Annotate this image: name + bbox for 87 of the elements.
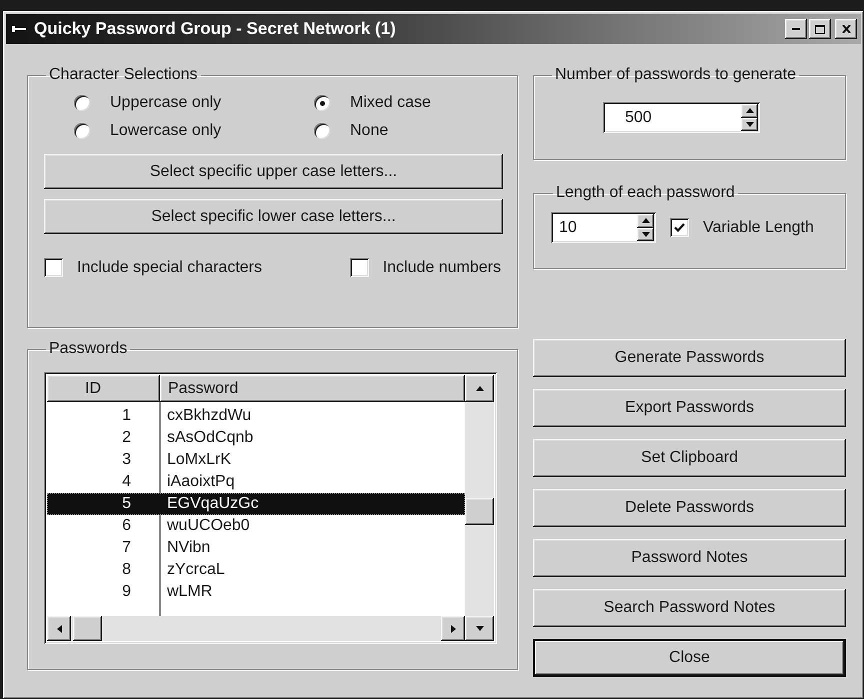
column-header[interactable]: ID — [47, 375, 160, 402]
id-cell-text: 2 — [121, 428, 132, 448]
list-row[interactable]: 9 wLMR — [47, 581, 465, 603]
id-cell-text: 6 — [121, 516, 132, 536]
id-cell-text: 7 — [121, 538, 132, 558]
password-cell-text: zYcrcaL — [166, 560, 226, 580]
id-cell-text: 5 — [121, 494, 132, 514]
list-row[interactable]: 2 sAsOdCqnb — [47, 427, 465, 449]
scroll-thumb[interactable] — [73, 616, 102, 641]
scroll-down-button[interactable] — [465, 616, 494, 641]
down-arrow-icon — [746, 120, 754, 128]
column-header[interactable]: Password — [160, 375, 465, 402]
scroll-left-button[interactable] — [47, 616, 71, 641]
close-button[interactable] — [835, 19, 857, 39]
right-arrow-icon — [450, 624, 456, 632]
list-row[interactable]: 4 iAaoixtPq — [47, 471, 465, 493]
id-cell-text: 8 — [121, 560, 132, 580]
window-title: Quicky Password Group - Secret Network (1) — [34, 19, 397, 39]
checkbox[interactable] — [350, 258, 369, 277]
minimize-button[interactable] — [785, 19, 807, 39]
option-label[interactable]: Uppercase only — [110, 94, 222, 112]
scroll-thumb[interactable] — [465, 498, 494, 525]
checkbox[interactable] — [44, 258, 63, 277]
checkbox[interactable] — [670, 218, 689, 237]
select-letters-button[interactable]: Select specific upper case letters... — [44, 154, 503, 189]
down-arrow-icon — [476, 625, 484, 632]
list-row[interactable]: 8 zYcrcaL — [47, 559, 465, 581]
close-icon — [842, 25, 850, 33]
maximize-button[interactable] — [809, 19, 831, 39]
id-cell-text: 1 — [121, 406, 132, 426]
list-row[interactable]: 6 wuUCOeb0 — [47, 515, 465, 537]
list-row[interactable]: 5 EGVqaUzGc — [47, 493, 465, 515]
check-icon — [674, 222, 685, 232]
up-arrow-icon — [476, 385, 484, 392]
action-button[interactable]: Set Clipboard — [533, 439, 846, 477]
checkbox-label[interactable]: Include special characters — [77, 258, 262, 276]
maximize-icon — [815, 24, 825, 34]
password-cell-text: LoMxLrK — [166, 450, 232, 470]
action-button[interactable]: Password Notes — [533, 539, 846, 577]
action-button[interactable]: Export Passwords — [533, 389, 846, 427]
group-label: Number of passwords to generate — [554, 66, 798, 84]
id-cell-text: 4 — [121, 472, 132, 492]
password-cell-text: cxBkhzdWu — [166, 406, 252, 426]
list-row[interactable]: 7 NVibn — [47, 537, 465, 559]
scroll-right-button[interactable] — [441, 616, 465, 641]
password-cell-text: NVibn — [166, 538, 212, 558]
password-cell-text: iAaoixtPq — [166, 472, 236, 492]
password-cell-text: wLMR — [166, 582, 214, 602]
scroll-up-button[interactable] — [465, 375, 494, 402]
id-cell-text: 3 — [121, 450, 132, 470]
up-arrow-icon — [642, 217, 650, 224]
option-label[interactable]: None — [350, 122, 388, 140]
vertical-scrollbar[interactable] — [465, 402, 494, 616]
group-label: Character Selections — [48, 66, 199, 84]
number-field[interactable]: 10 — [551, 212, 656, 243]
spin-down-button[interactable] — [637, 228, 654, 241]
left-arrow-icon — [56, 624, 62, 632]
spin-up-button[interactable] — [637, 214, 654, 228]
horizontal-scrollbar[interactable] — [47, 616, 465, 641]
spin-up-button[interactable] — [741, 104, 758, 118]
id-cell-text: 9 — [121, 582, 132, 602]
spin-down-button[interactable] — [741, 118, 758, 131]
radio-button[interactable] — [74, 123, 90, 139]
group-label: Length of each password — [555, 184, 736, 202]
up-arrow-icon — [746, 107, 754, 114]
password-cell-text: wuUCOeb0 — [166, 516, 251, 536]
list-row[interactable]: 3 LoMxLrK — [47, 449, 465, 471]
number-field[interactable]: 500 — [603, 102, 760, 133]
password-cell-text: sAsOdCqnb — [166, 428, 254, 448]
group-label: Passwords — [48, 340, 128, 358]
radio-button[interactable] — [74, 95, 90, 111]
action-button[interactable]: Close — [533, 639, 846, 677]
checkbox-label[interactable]: Variable Length — [703, 218, 814, 236]
option-label[interactable]: Lowercase only — [110, 122, 222, 140]
down-arrow-icon — [642, 230, 650, 238]
minimize-icon — [792, 28, 800, 30]
action-button[interactable]: Search Password Notes — [533, 589, 846, 627]
list-row[interactable]: 1 cxBkhzdWu — [47, 405, 465, 427]
select-letters-button[interactable]: Select specific lower case letters... — [44, 199, 503, 234]
action-button[interactable]: Delete Passwords — [533, 489, 846, 527]
dash-icon — [12, 26, 26, 32]
option-label[interactable]: Mixed case — [350, 94, 431, 112]
checkbox-label[interactable]: Include numbers — [382, 258, 501, 276]
radio-button[interactable] — [314, 95, 330, 111]
action-button[interactable]: Generate Passwords — [533, 339, 846, 377]
password-cell-text: EGVqaUzGc — [166, 494, 260, 514]
radio-button[interactable] — [314, 123, 330, 139]
